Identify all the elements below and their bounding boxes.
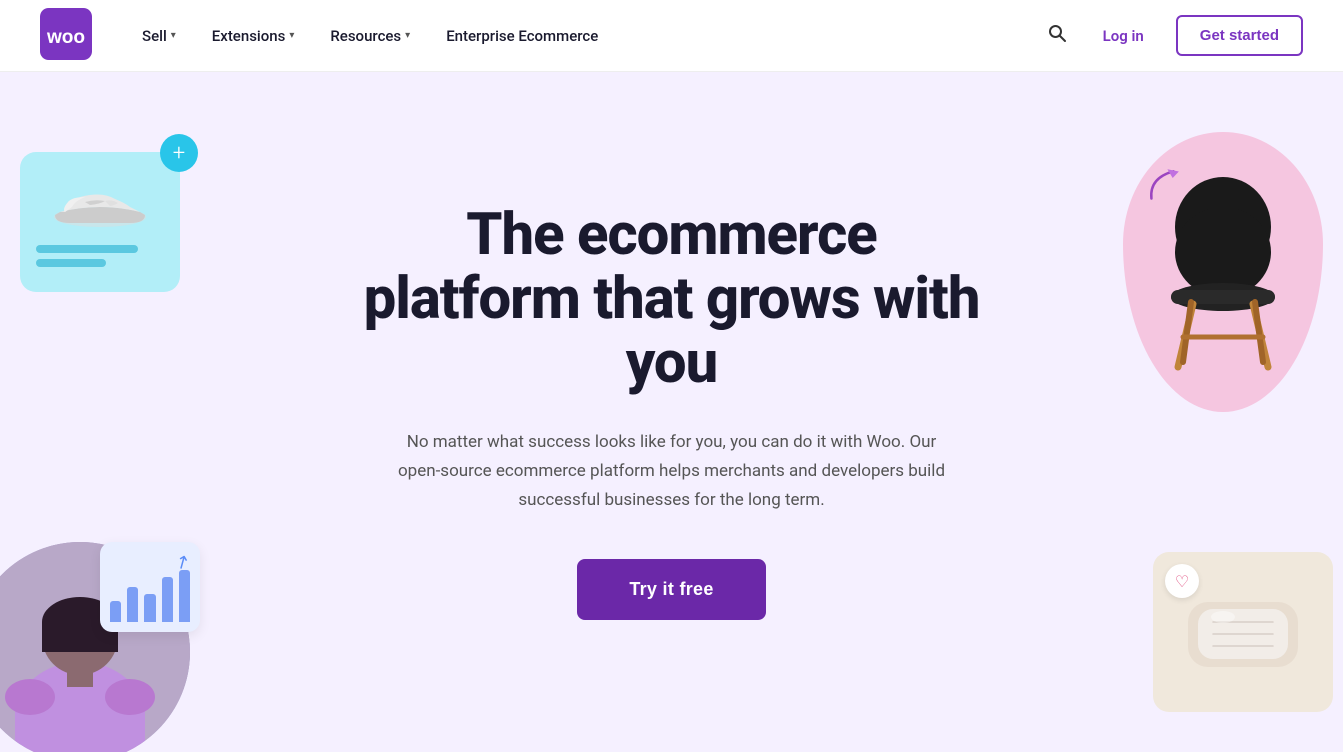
- nav-enterprise-label: Enterprise Ecommerce: [446, 27, 598, 45]
- logo[interactable]: woo: [40, 8, 92, 64]
- card-line-1: [36, 245, 138, 253]
- hero-section: +: [0, 72, 1343, 752]
- extensions-chevron-icon: ▾: [289, 30, 294, 41]
- nav-item-sell[interactable]: Sell ▾: [128, 19, 190, 53]
- login-button[interactable]: Log in: [1091, 19, 1156, 53]
- chart-bar-4: [162, 577, 173, 623]
- shoe-illustration: [50, 177, 150, 233]
- nav-item-extensions[interactable]: Extensions ▾: [198, 19, 309, 53]
- chart-arrow-icon: ↗: [171, 550, 195, 576]
- hero-subtitle: No matter what success looks like for yo…: [392, 428, 952, 515]
- chair-illustration: [1123, 132, 1323, 412]
- navbar: woo Sell ▾ Extensions ▾ Resources ▾ Ente…: [0, 0, 1343, 72]
- nav-actions: Log in Get started: [1043, 15, 1303, 56]
- card-lines: [36, 245, 164, 267]
- try-free-button[interactable]: Try it free: [577, 559, 765, 620]
- nav-sell-label: Sell: [142, 27, 167, 45]
- chart-bar-2: [127, 587, 138, 622]
- chart-bar-5: [179, 570, 190, 623]
- nav-resources-label: Resources: [330, 27, 401, 45]
- hero-content: The ecommerce platform that grows with y…: [332, 144, 1012, 679]
- svg-text:woo: woo: [46, 27, 85, 48]
- resources-chevron-icon: ▾: [405, 30, 410, 41]
- get-started-button[interactable]: Get started: [1176, 15, 1303, 56]
- hero-title: The ecommerce platform that grows with y…: [352, 204, 992, 395]
- chart-card-illustration: ↗: [100, 542, 200, 632]
- nav-extensions-label: Extensions: [212, 27, 286, 45]
- card-line-2: [36, 259, 106, 267]
- nav-item-resources[interactable]: Resources ▾: [316, 19, 424, 53]
- heart-icon: ♡: [1165, 564, 1199, 598]
- nav-item-enterprise[interactable]: Enterprise Ecommerce: [432, 19, 612, 53]
- cushion-svg: [1178, 587, 1308, 677]
- left-illustrations: +: [0, 72, 220, 752]
- cushion-illustration: ♡: [1153, 552, 1333, 712]
- chart-bar-1: [110, 601, 121, 622]
- search-icon[interactable]: [1043, 19, 1071, 52]
- plus-circle-icon: +: [160, 134, 198, 172]
- product-card-illustration: +: [20, 152, 180, 292]
- chart-bar-3: [144, 594, 155, 622]
- sell-chevron-icon: ▾: [171, 30, 176, 41]
- right-illustrations: ♡: [1023, 72, 1343, 752]
- nav-links: Sell ▾ Extensions ▾ Resources ▾ Enterpri…: [128, 19, 1043, 53]
